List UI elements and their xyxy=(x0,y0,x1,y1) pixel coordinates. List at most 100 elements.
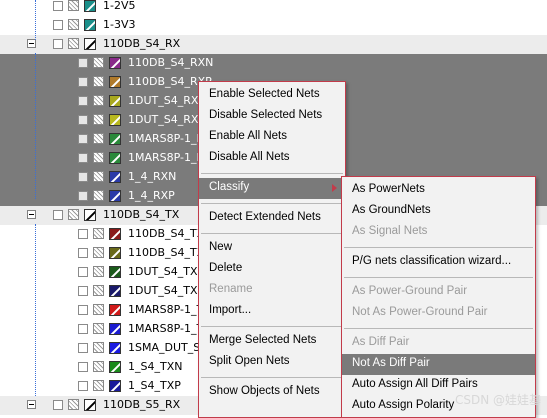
menu-item-label: Auto Assign Polarity xyxy=(352,399,455,411)
pattern-icon xyxy=(93,361,104,372)
pattern-icon xyxy=(93,380,104,391)
net-color-icon xyxy=(109,323,121,335)
tree-row[interactable]: 110DB_S4_RXN xyxy=(0,54,547,73)
pattern-icon xyxy=(93,76,104,87)
submenu-item-not-as-power-ground-pair: Not As Power-Ground Pair xyxy=(342,303,535,324)
menu-item-label: Detect Extended Nets xyxy=(209,211,321,223)
pattern-icon xyxy=(93,266,104,277)
collapse-icon[interactable] xyxy=(27,210,36,219)
pattern-icon xyxy=(68,209,79,220)
menu-item-label: Disable All Nets xyxy=(209,151,290,163)
net-color-icon xyxy=(84,38,96,50)
menu-item-detect-extended-nets[interactable]: Detect Extended Nets xyxy=(199,208,345,229)
tree-row[interactable]: 110DB_S4_RX xyxy=(0,35,547,54)
net-checkbox[interactable] xyxy=(78,115,88,125)
tree-row[interactable]: 1-2V5 xyxy=(0,0,547,16)
net-checkbox[interactable] xyxy=(78,58,88,68)
net-checkbox[interactable] xyxy=(78,134,88,144)
watermark: CSDN @娃娃基 xyxy=(454,393,541,407)
menu-separator xyxy=(201,203,343,204)
menu-item-import[interactable]: Import... xyxy=(199,301,345,322)
net-color-icon xyxy=(109,342,121,354)
net-checkbox[interactable] xyxy=(53,20,63,30)
net-color-icon xyxy=(109,361,121,373)
menu-item-split-open-nets[interactable]: Split Open Nets xyxy=(199,352,345,373)
menu-separator xyxy=(201,173,343,174)
net-label: 1_S4_TXN xyxy=(128,360,183,373)
menu-item-disable-selected-nets[interactable]: Disable Selected Nets xyxy=(199,106,345,127)
submenu-item-not-as-diff-pair[interactable]: Not As Diff Pair xyxy=(342,354,535,375)
net-label: 1-3V3 xyxy=(103,18,136,31)
net-label: 1-2V5 xyxy=(103,0,136,12)
net-checkbox[interactable] xyxy=(53,400,63,410)
submenu-item-as-groundnets[interactable]: As GroundNets xyxy=(342,201,535,222)
net-checkbox[interactable] xyxy=(78,381,88,391)
menu-item-label: Enable Selected Nets xyxy=(209,88,320,100)
menu-item-label: P/G nets classification wizard... xyxy=(352,255,512,267)
menu-item-disable-all-nets[interactable]: Disable All Nets xyxy=(199,148,345,169)
menu-item-delete[interactable]: Delete xyxy=(199,259,345,280)
menu-item-label: As GroundNets xyxy=(352,204,431,216)
menu-item-new[interactable]: New xyxy=(199,238,345,259)
pattern-icon xyxy=(68,38,79,49)
net-checkbox[interactable] xyxy=(78,305,88,315)
net-label: 110DB_S5_RX xyxy=(103,398,181,411)
pattern-icon xyxy=(93,342,104,353)
pattern-icon xyxy=(93,323,104,334)
menu-separator xyxy=(344,247,533,248)
menu-separator xyxy=(201,326,343,327)
tree-connector xyxy=(35,224,36,396)
pattern-icon xyxy=(93,57,104,68)
net-checkbox[interactable] xyxy=(78,153,88,163)
menu-item-merge-selected-nets[interactable]: Merge Selected Nets xyxy=(199,331,345,352)
net-checkbox[interactable] xyxy=(78,172,88,182)
net-checkbox[interactable] xyxy=(53,39,63,49)
menu-item-label: As Power-Ground Pair xyxy=(352,285,468,297)
net-label: 1DUT_S4_RXP xyxy=(128,113,206,126)
menu-separator xyxy=(201,377,343,378)
net-checkbox[interactable] xyxy=(78,362,88,372)
collapse-icon[interactable] xyxy=(27,39,36,48)
menu-item-label: Merge Selected Nets xyxy=(209,334,317,346)
collapse-icon[interactable] xyxy=(27,400,36,409)
submenu-item-as-powernets[interactable]: As PowerNets xyxy=(342,180,535,201)
net-color-icon xyxy=(109,380,121,392)
pattern-icon xyxy=(93,114,104,125)
tree-connector xyxy=(35,0,36,40)
tree-row[interactable]: 1-3V3 xyxy=(0,16,547,35)
pattern-icon xyxy=(93,190,104,201)
pattern-icon xyxy=(93,95,104,106)
context-menu: Enable Selected Nets Disable Selected Net… xyxy=(198,81,346,418)
net-checkbox[interactable] xyxy=(78,96,88,106)
net-color-icon xyxy=(84,0,96,12)
net-checkbox[interactable] xyxy=(78,77,88,87)
menu-item-label: Not As Power-Ground Pair xyxy=(352,306,488,318)
net-checkbox[interactable] xyxy=(53,1,63,11)
submenu-item-p-g-nets-classification-wizard[interactable]: P/G nets classification wizard... xyxy=(342,252,535,273)
net-checkbox[interactable] xyxy=(78,286,88,296)
net-checkbox[interactable] xyxy=(53,210,63,220)
net-color-icon xyxy=(109,304,121,316)
net-checkbox[interactable] xyxy=(78,324,88,334)
menu-item-enable-all-nets[interactable]: Enable All Nets xyxy=(199,127,345,148)
net-checkbox[interactable] xyxy=(78,191,88,201)
menu-item-label: Classify xyxy=(209,181,250,193)
net-color-icon xyxy=(109,266,121,278)
menu-item-label: Delete xyxy=(209,262,243,274)
menu-item-classify[interactable]: Classify xyxy=(199,178,345,199)
net-color-icon xyxy=(109,76,121,88)
menu-item-enable-selected-nets[interactable]: Enable Selected Nets xyxy=(199,85,345,106)
net-checkbox[interactable] xyxy=(78,248,88,258)
pattern-icon xyxy=(68,0,79,11)
net-checkbox[interactable] xyxy=(78,267,88,277)
net-checkbox[interactable] xyxy=(78,343,88,353)
net-label: 1_4_RXP xyxy=(128,189,175,202)
net-color-icon xyxy=(109,95,121,107)
net-checkbox[interactable] xyxy=(78,229,88,239)
net-color-icon xyxy=(109,190,121,202)
menu-item-label: New xyxy=(209,241,233,253)
menu-item-label: Show Objects of Nets xyxy=(209,385,320,397)
menu-item-show-objects-of-nets[interactable]: Show Objects of Nets xyxy=(199,382,345,403)
net-color-icon xyxy=(109,133,121,145)
net-label: 1DUT_S4_TXN xyxy=(128,265,206,278)
